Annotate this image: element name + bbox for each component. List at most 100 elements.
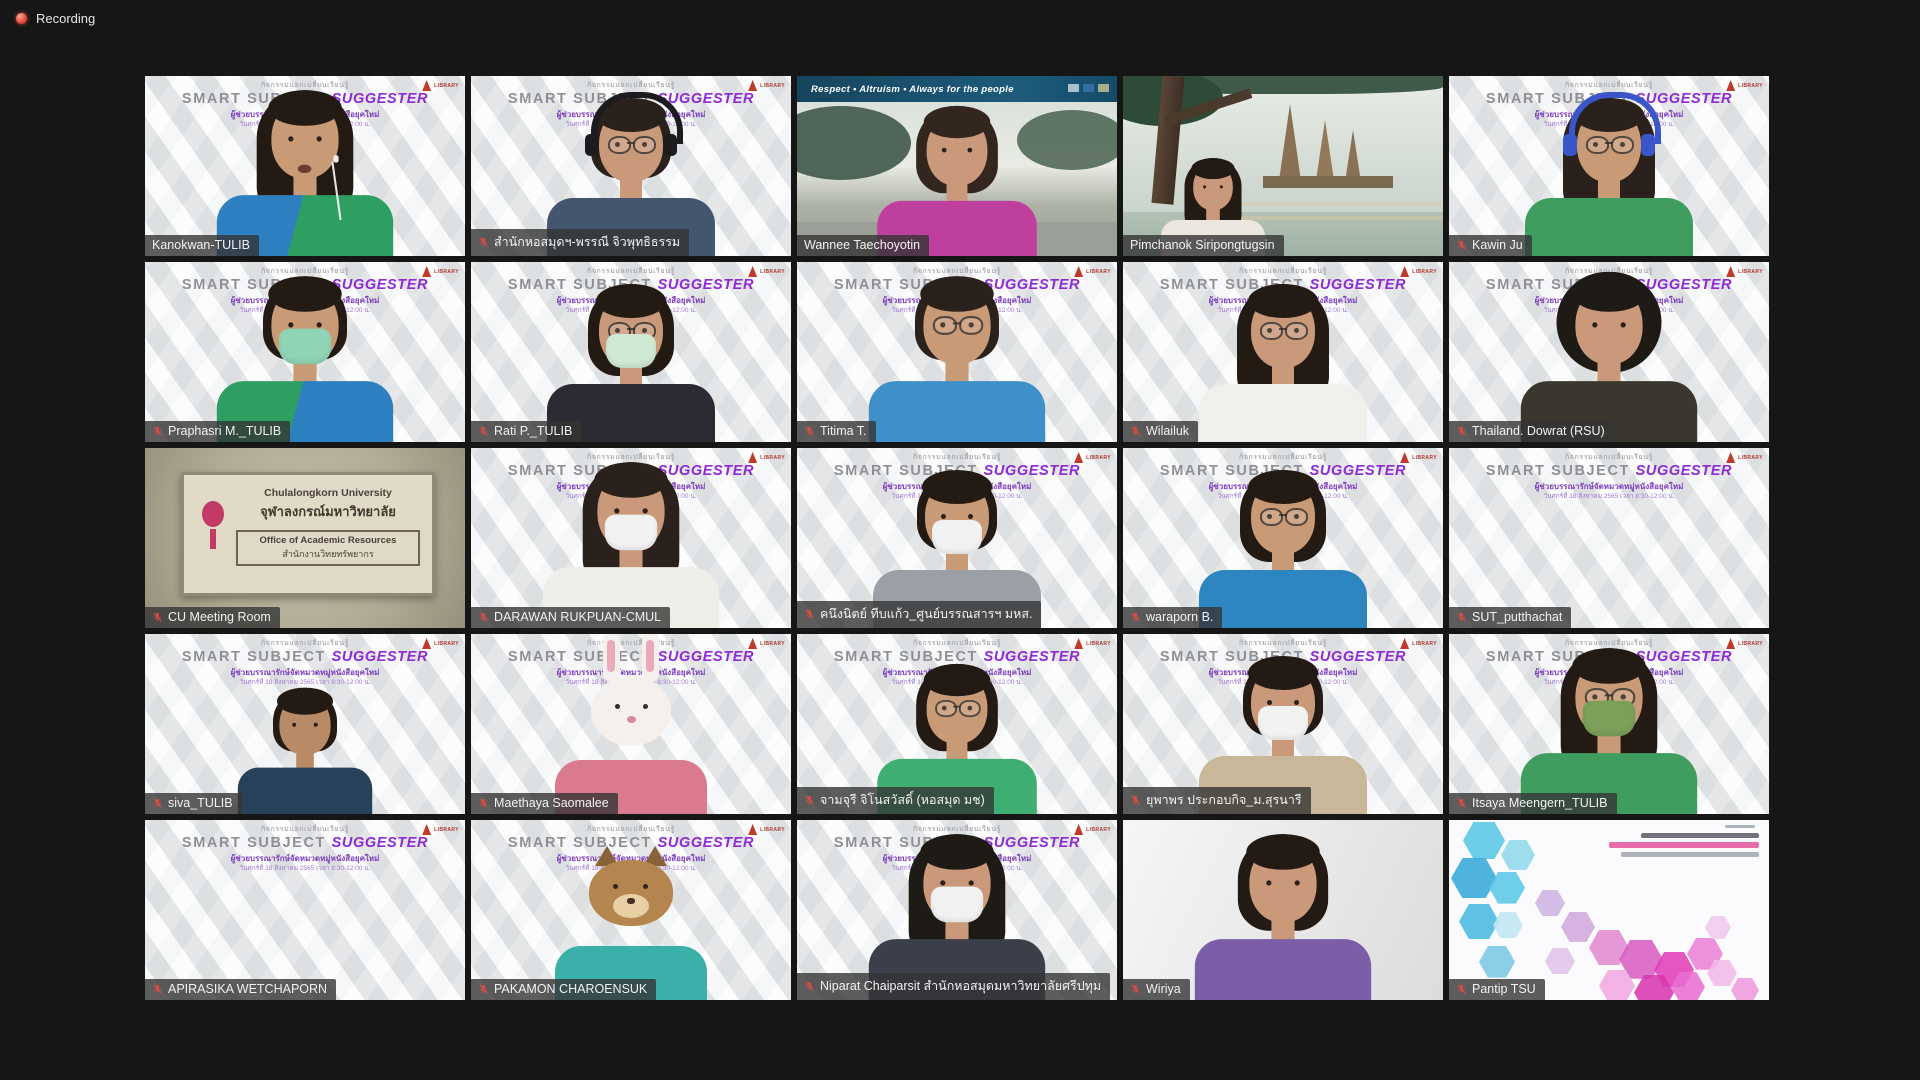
muted-mic-icon [804,425,815,437]
participant-tile[interactable]: กิจกรรมแลกเปลี่ยนเรียนรู้SMART SUBJECT S… [471,76,791,256]
library-logo-icon [1400,638,1409,649]
library-logo-text: LIBRARY [760,269,785,275]
participant-tile[interactable]: กิจกรรมแลกเปลี่ยนเรียนรู้SMART SUBJECT S… [471,820,791,1000]
library-logo: LIBRARY [748,452,785,463]
library-logo-icon [748,266,757,277]
hair-fringe [1572,276,1646,312]
library-logo: LIBRARY [1074,638,1111,649]
university-sign-panel: Chulalongkorn Universityจุฬาลงกรณ์มหาวิท… [181,472,435,596]
muted-mic-icon [1456,983,1467,995]
library-logo-text: LIBRARY [434,641,459,647]
glasses-lens [935,700,957,717]
participant-tile[interactable]: Pimchanok Siripongtugsin [1123,76,1443,256]
library-logo-icon [422,80,431,91]
participant-name-tag: Rati P._TULIB [471,421,581,442]
participant-tile[interactable]: กิจกรรมแลกเปลี่ยนเรียนรู้SMART SUBJECT S… [1449,262,1769,442]
university-emblem-icon [198,501,228,553]
rabbit-avatar-nose [627,716,636,723]
rabbit-avatar-eye [615,704,620,709]
torso [1199,570,1367,628]
library-logo-text: LIBRARY [1412,641,1437,647]
street-banner-logos [1068,84,1109,92]
participant-tile[interactable]: กิจกรรมแลกเปลี่ยนเรียนรู้SMART SUBJECT S… [1449,634,1769,814]
library-logo: LIBRARY [1726,638,1763,649]
background-banner-text: กิจกรรมแลกเปลี่ยนเรียนรู้SMART SUBJECT S… [145,825,465,874]
banner-subtitle: ผู้ช่วยบรรณารักษ์จัดหมวดหมู่หนังสือยุคให… [1449,482,1769,492]
hair-fringe [596,284,666,318]
muted-mic-icon [1130,611,1141,623]
university-emblem-crown [202,501,224,527]
participant-name-tag: Kanokwan-TULIB [145,235,259,256]
muted-mic-icon [804,980,815,992]
hair-fringe [268,90,342,126]
participant-tile[interactable]: Respect • Altruism • Always for the peop… [797,76,1117,256]
rabbit-avatar-ear-inner [607,640,615,672]
participant-tile[interactable]: กิจกรรมแลกเปลี่ยนเรียนรู้SMART SUBJECT S… [1449,76,1769,256]
library-logo-text: LIBRARY [1086,641,1111,647]
eye [643,508,648,513]
participant-person [200,76,410,256]
participant-name-tag: Pantip TSU [1449,979,1545,1000]
muted-mic-icon [152,425,163,437]
participant-person [200,262,410,442]
participant-tile[interactable]: กิจกรรมแลกเปลี่ยนเรียนรู้SMART SUBJECT S… [797,634,1117,814]
glasses-lens [1285,322,1308,340]
face-mask [1258,706,1308,740]
library-logo-text: LIBRARY [1086,455,1111,461]
eye [1203,185,1206,188]
library-logo-text: LIBRARY [1412,269,1437,275]
hair-fringe [922,470,992,504]
muted-mic-icon [478,797,489,809]
participant-name-label: Kanokwan-TULIB [152,238,250,252]
library-logo-icon [748,638,757,649]
participant-tile[interactable]: Chulalongkorn Universityจุฬาลงกรณ์มหาวิท… [145,448,465,628]
participant-name-label: Maethaya Saomalee [494,796,609,810]
library-logo: LIBRARY [1074,824,1111,835]
participant-tile[interactable]: กิจกรรมแลกเปลี่ยนเรียนรู้SMART SUBJECT S… [145,76,465,256]
participant-name-label: Thailand. Dowrat (RSU) [1472,424,1605,438]
headphones-cup [1641,134,1655,156]
eye [1266,880,1271,885]
participant-tile[interactable]: กิจกรรมแลกเปลี่ยนเรียนรู้SMART SUBJECT S… [471,262,791,442]
participant-tile[interactable]: Wiriya [1123,820,1443,1000]
glasses-bridge [953,706,961,708]
participant-tile[interactable]: กิจกรรมแลกเปลี่ยนเรียนรู้SMART SUBJECT S… [145,262,465,442]
library-logo-icon [1074,638,1083,649]
participant-tile[interactable]: กิจกรรมแลกเปลี่ยนเรียนรู้SMART SUBJECT S… [797,262,1117,442]
participant-tile[interactable]: กิจกรรมแลกเปลี่ยนเรียนรู้SMART SUBJECT S… [471,634,791,814]
participant-tile[interactable]: กิจกรรมแลกเปลี่ยนเรียนรู้SMART SUBJECT S… [145,634,465,814]
participant-tile[interactable]: Pantip TSU [1449,820,1769,1000]
top-bar: Recording [0,0,1920,42]
slide-title-text-line [1609,842,1759,848]
eye [1267,700,1272,705]
participant-person [1504,262,1714,442]
participant-tile[interactable]: กิจกรรมแลกเปลี่ยนเรียนรู้SMART SUBJECT S… [797,448,1117,628]
participant-grid: กิจกรรมแลกเปลี่ยนเรียนรู้ SMART SUBJECT S… [145,76,1769,1000]
participant-tile[interactable]: กิจกรรมแลกเปลี่ยนเรียนรู้SMART SUBJECT S… [471,448,791,628]
participant-person [531,820,731,1000]
library-logo: LIBRARY [1074,452,1111,463]
library-logo-text: LIBRARY [760,641,785,647]
library-logo: LIBRARY [748,824,785,835]
participant-tile[interactable]: กิจกรรมแลกเปลี่ยนเรียนรู้SMART SUBJECT S… [1123,448,1443,628]
participant-tile[interactable]: กิจกรรมแลกเปลี่ยนเรียนรู้SMART SUBJECT S… [1123,262,1443,442]
banner-title-gray: SMART SUBJECT [1486,463,1636,479]
participant-name-label: APIRASIKA WETCHAPORN [168,982,327,996]
eye [1220,185,1223,188]
eye [967,148,972,153]
participant-name-label: จามจุรี จิโนสวัสดิ์ (หอสมุด มช) [820,790,985,810]
street-banner-logo-icon [1098,84,1109,92]
participant-name-label: PAKAMON CHAROENSUK [494,982,647,996]
eye [317,136,322,141]
hair-fringe [594,462,668,498]
banner-title-purple: SUGGESTER [1636,463,1732,479]
participant-tile[interactable]: กิจกรรมแลกเปลี่ยนเรียนรู้SMART SUBJECT S… [1449,448,1769,628]
muted-mic-icon [1456,797,1467,809]
participant-name-label: Pantip TSU [1472,982,1536,996]
banner-pretitle: กิจกรรมแลกเปลี่ยนเรียนรู้ [145,825,465,834]
participant-tile[interactable]: กิจกรรมแลกเปลี่ยนเรียนรู้SMART SUBJECT S… [145,820,465,1000]
participant-tile[interactable]: กิจกรรมแลกเปลี่ยนเรียนรู้SMART SUBJECT S… [1123,634,1443,814]
eye [614,508,619,513]
muted-mic-icon [152,983,163,995]
participant-tile[interactable]: กิจกรรมแลกเปลี่ยนเรียนรู้SMART SUBJECT S… [797,820,1117,1000]
